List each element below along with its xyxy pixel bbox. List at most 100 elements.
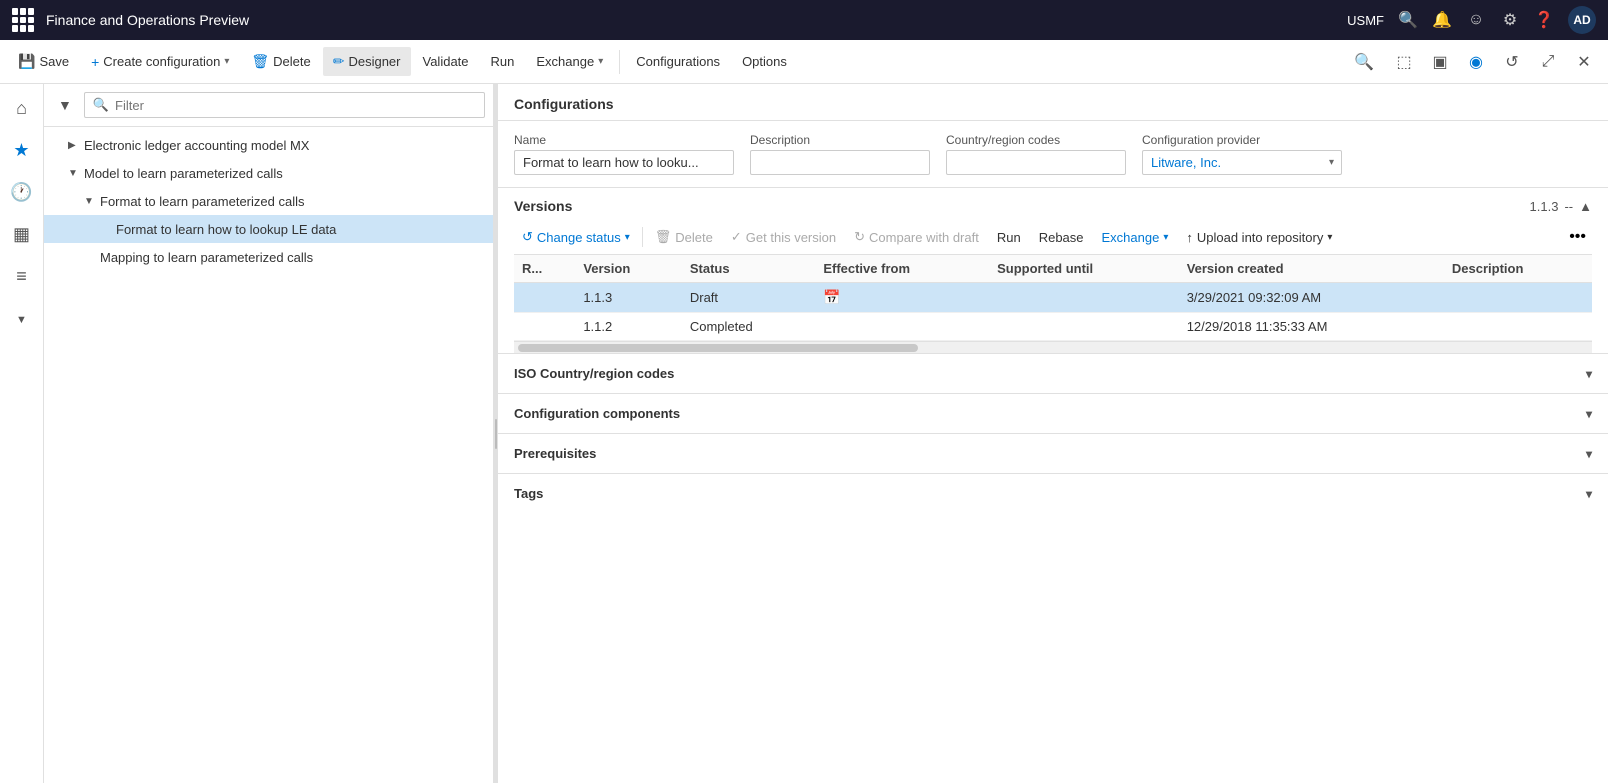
col-header-status: Status <box>682 255 815 283</box>
country-region-field: Country/region codes <box>946 133 1126 175</box>
nav-item-format-lookup[interactable]: Format to learn how to lookup LE data <box>44 215 493 243</box>
nav-item-model-learn[interactable]: ▼ Model to learn parameterized calls <box>44 159 493 187</box>
panel-icon[interactable]: ▣ <box>1424 46 1456 78</box>
table-row[interactable]: 1.1.3 Draft 📅 3/29/2021 09:32:09 AM <box>514 283 1592 313</box>
description-input[interactable] <box>750 150 930 175</box>
form-section: Name Description Country/region codes Co… <box>498 121 1608 188</box>
row-supported-until-2 <box>989 313 1179 341</box>
horizontal-scrollbar[interactable] <box>514 341 1592 353</box>
versions-collapse-icon[interactable]: ▲ <box>1579 199 1592 214</box>
help-icon[interactable]: ❓ <box>1534 10 1554 30</box>
table-row[interactable]: 1.1.2 Completed 12/29/2018 11:35:33 AM <box>514 313 1592 341</box>
row-effective-from-1: 📅 <box>815 283 989 313</box>
home-icon[interactable]: ⌂ <box>2 88 42 128</box>
tags-section[interactable]: Tags ▾ <box>498 473 1608 513</box>
create-configuration-button[interactable]: + Create configuration ▾ <box>81 48 239 76</box>
refresh-icon[interactable]: ↺ <box>1496 46 1528 78</box>
validate-button[interactable]: Validate <box>413 48 479 75</box>
country-region-label: Country/region codes <box>946 133 1126 147</box>
settings-icon[interactable]: ⚙ <box>1500 10 1520 30</box>
designer-icon: ✏ <box>333 53 345 70</box>
nav-item-mapping-learn[interactable]: Mapping to learn parameterized calls <box>44 243 493 271</box>
prerequisites-header[interactable]: Prerequisites ▾ <box>498 434 1608 473</box>
iso-country-caret: ▾ <box>1586 367 1592 381</box>
rebase-button[interactable]: Rebase <box>1031 226 1092 249</box>
delete-button[interactable]: 🗑 Delete <box>241 47 320 76</box>
calendar-icon[interactable]: ▦ <box>2 214 42 254</box>
exchange-button[interactable]: Exchange ▾ <box>526 48 613 75</box>
filter-icon[interactable]: ▼ <box>2 300 42 340</box>
config-components-header[interactable]: Configuration components ▾ <box>498 394 1608 433</box>
save-button[interactable]: 💾 Save <box>8 47 79 76</box>
country-region-input[interactable] <box>946 150 1126 175</box>
expand-icon[interactable]: ⤢ <box>1532 46 1564 78</box>
scroll-thumb[interactable] <box>518 344 918 352</box>
nav-filter-button[interactable]: ▼ <box>52 93 78 117</box>
row-description-1 <box>1444 283 1592 313</box>
command-search-icon[interactable]: 🔍 <box>1348 46 1380 78</box>
versions-delete-button[interactable]: 🗑 Delete <box>647 225 721 249</box>
name-label: Name <box>514 133 734 147</box>
version-separator: -- <box>1564 199 1573 214</box>
row-version-1: 1.1.3 <box>575 283 682 313</box>
name-input[interactable] <box>514 150 734 175</box>
content-area: Configurations Name Description Country/… <box>498 84 1608 783</box>
nav-filter-search-icon: 🔍 <box>93 97 109 113</box>
change-status-button[interactable]: ↺ Change status ▾ <box>514 225 638 249</box>
exchange-caret: ▾ <box>598 56 603 67</box>
close-icon[interactable]: ✕ <box>1568 46 1600 78</box>
row-supported-until-1 <box>989 283 1179 313</box>
description-label: Description <box>750 133 930 147</box>
iso-country-header[interactable]: ISO Country/region codes ▾ <box>498 354 1608 393</box>
configurations-button[interactable]: Configurations <box>626 48 730 75</box>
compare-draft-button[interactable]: ↻ Compare with draft <box>846 225 987 249</box>
content-title: Configurations <box>514 96 614 112</box>
nav-filter-input[interactable] <box>115 98 476 113</box>
row-effective-from-2 <box>815 313 989 341</box>
personalize-icon[interactable]: ⬚ <box>1388 46 1420 78</box>
designer-button[interactable]: ✏ Designer <box>323 47 411 76</box>
recent-icon[interactable]: 🕐 <box>2 172 42 212</box>
nav-caret-electronic: ▶ <box>68 140 84 151</box>
search-icon[interactable]: 🔍 <box>1398 10 1418 30</box>
delete-icon: 🗑 <box>251 53 269 70</box>
versions-exchange-button[interactable]: Exchange ▾ <box>1094 226 1177 249</box>
versions-table-wrap: R... Version Status Effective from Suppo… <box>514 255 1592 341</box>
iso-country-section[interactable]: ISO Country/region codes ▾ <box>498 353 1608 393</box>
tags-label: Tags <box>514 486 543 501</box>
nav-item-format-learn[interactable]: ▼ Format to learn parameterized calls <box>44 187 493 215</box>
run-button[interactable]: Run <box>481 48 525 75</box>
versions-badge: 1.1.3 -- ▲ <box>1530 199 1592 214</box>
config-components-section[interactable]: Configuration components ▾ <box>498 393 1608 433</box>
row-version-created-2: 12/29/2018 11:35:33 AM <box>1179 313 1444 341</box>
smiley-icon[interactable]: ☺ <box>1466 10 1486 30</box>
versions-run-button[interactable]: Run <box>989 226 1029 249</box>
prerequisites-section[interactable]: Prerequisites ▾ <box>498 433 1608 473</box>
tags-header[interactable]: Tags ▾ <box>498 474 1608 513</box>
options-button[interactable]: Options <box>732 48 797 75</box>
config-provider-label: Configuration provider <box>1142 133 1342 147</box>
row-version-2: 1.1.2 <box>575 313 682 341</box>
row-r-2 <box>514 313 575 341</box>
avatar[interactable]: AD <box>1568 6 1596 34</box>
nav-label-electronic-ledger: Electronic ledger accounting model MX <box>84 138 485 153</box>
notification-icon[interactable]: 🔔 <box>1432 10 1452 30</box>
nav-label-model-learn: Model to learn parameterized calls <box>84 166 485 181</box>
calendar-picker-icon[interactable]: 📅 <box>823 289 840 305</box>
nav-item-electronic-ledger[interactable]: ▶ Electronic ledger accounting model MX <box>44 131 493 159</box>
versions-more-button[interactable]: ••• <box>1563 224 1592 250</box>
upload-repo-button[interactable]: ↑ Upload into repository ▾ <box>1178 226 1340 249</box>
list-icon[interactable]: ≡ <box>2 256 42 296</box>
refresh-icon: ↺ <box>522 229 533 245</box>
col-header-r: R... <box>514 255 575 283</box>
config-provider-select[interactable]: Litware, Inc. <box>1142 150 1342 175</box>
get-version-button[interactable]: ✓ Get this version <box>723 225 844 249</box>
waffle-menu[interactable] <box>12 8 36 32</box>
command-bar: 💾 Save + Create configuration ▾ 🗑 Delete… <box>0 40 1608 84</box>
versions-table: R... Version Status Effective from Suppo… <box>514 255 1592 341</box>
star-icon[interactable]: ★ <box>2 130 42 170</box>
nav-filter-input-wrap: 🔍 <box>84 92 485 118</box>
create-config-caret: ▾ <box>224 56 229 67</box>
badge-icon[interactable]: ◉ <box>1460 46 1492 78</box>
iso-country-label: ISO Country/region codes <box>514 366 674 381</box>
